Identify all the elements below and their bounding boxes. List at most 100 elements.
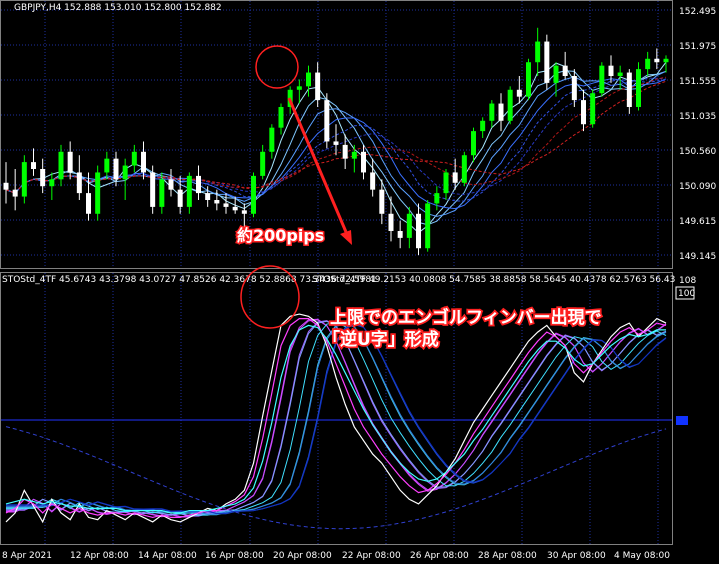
candle-body <box>553 65 559 83</box>
candle-body <box>535 41 541 63</box>
candle-body <box>260 151 266 176</box>
candle-body <box>76 172 82 194</box>
price-tick: 151.555 <box>679 77 716 87</box>
price-tick: 150.090 <box>679 182 716 192</box>
chart-canvas: GBPJPY,H4 152.888 153.010 152.800 152.88… <box>0 0 716 561</box>
candle-body <box>31 162 36 169</box>
candle-body <box>617 72 623 76</box>
candle-body <box>434 193 440 204</box>
candle-body <box>507 89 513 121</box>
candle-body <box>296 86 302 90</box>
time-tick: 8 Apr 2021 <box>2 551 52 561</box>
candle-body <box>370 172 376 190</box>
annotation-line-1: 上限でのエンゴルフィンバー出現で <box>330 307 602 328</box>
candle-body <box>12 189 18 197</box>
time-tick: 4 May 08:00 <box>614 551 670 561</box>
candle-body <box>49 179 55 187</box>
candle-body <box>342 144 348 159</box>
candle-body <box>150 172 156 207</box>
osc-axis-100: 100 <box>678 289 695 299</box>
candle-body <box>480 120 486 132</box>
candle-body <box>232 206 238 211</box>
candle-body <box>397 231 403 238</box>
candle-body <box>3 182 9 190</box>
peak-circle <box>255 45 299 89</box>
time-tick: 20 Apr 08:00 <box>273 551 332 561</box>
chart-window: GBPJPY,H4 152.888 153.010 152.800 152.88… <box>0 0 719 564</box>
time-tick: 14 Apr 08:00 <box>138 551 197 561</box>
candle-body <box>663 58 669 63</box>
time-tick: 30 Apr 08:00 <box>547 551 606 561</box>
candle-body <box>214 200 220 204</box>
candle-body <box>223 203 229 207</box>
candle-body <box>113 158 119 180</box>
candle-body <box>443 172 449 194</box>
candle-body <box>516 89 522 97</box>
candle-body <box>406 213 412 238</box>
candle-body <box>122 165 128 180</box>
candle-body <box>58 151 64 180</box>
candle-body <box>571 76 577 101</box>
candle-body <box>86 193 91 214</box>
oscillator-fan-line <box>6 324 667 514</box>
candle-body <box>168 179 174 190</box>
candle-body <box>425 203 431 249</box>
candle-body <box>452 172 458 183</box>
osc-axis-top: 108 <box>679 276 696 286</box>
candle-body <box>599 65 605 94</box>
candle-body <box>186 175 192 207</box>
candle-body <box>95 172 101 214</box>
candle-body <box>526 62 531 97</box>
candle-body <box>361 151 366 173</box>
price-tick: 152.495 <box>679 7 716 17</box>
candle-body <box>645 58 651 70</box>
candle-body <box>416 213 421 249</box>
candle-body <box>388 213 394 231</box>
candle-body <box>471 131 476 156</box>
price-tick: 150.560 <box>679 147 716 157</box>
price-tick: 149.145 <box>679 252 716 262</box>
candle-body <box>626 72 632 107</box>
candle-body <box>269 127 275 152</box>
candle-body <box>241 210 247 214</box>
indicator-header-2: STOStd_4TF 49.2153 40.0808 54.7585 38.88… <box>312 275 675 285</box>
candle-body <box>498 103 504 121</box>
time-tick: 26 Apr 08:00 <box>410 551 469 561</box>
candle-body <box>324 100 330 142</box>
candle-body <box>654 58 660 63</box>
time-tick: 22 Apr 08:00 <box>342 551 401 561</box>
time-tick: 28 Apr 08:00 <box>478 551 537 561</box>
candle-body <box>333 141 339 145</box>
candle-body <box>590 93 596 125</box>
candle-body <box>608 65 614 76</box>
candle-body <box>177 189 183 207</box>
symbol-header: GBPJPY,H4 152.888 153.010 152.800 152.88… <box>14 3 222 13</box>
candle-body <box>636 69 641 107</box>
candle-body <box>461 155 467 183</box>
candle-body <box>196 175 201 194</box>
candle-body <box>141 151 146 173</box>
candle-body <box>159 179 165 207</box>
oscillator-line <box>5 324 666 514</box>
price-axis: 152.495 151.975 151.555 151.035 150.560 … <box>679 7 716 262</box>
candle-body <box>104 158 110 173</box>
price-layer <box>3 27 669 256</box>
candle-body <box>489 103 495 121</box>
annotation-line-2: 「逆U字」形成 <box>323 329 439 350</box>
candle-body <box>251 175 256 214</box>
candle-body <box>315 72 321 101</box>
time-tick: 16 Apr 08:00 <box>205 551 264 561</box>
candle-body <box>351 151 357 159</box>
drop-arrow-head <box>340 230 352 245</box>
candle-body <box>306 72 311 87</box>
price-tick: 151.035 <box>679 112 716 122</box>
candle-body <box>278 107 284 128</box>
candle-body <box>379 189 385 214</box>
level-marker <box>676 416 688 425</box>
candle-body <box>205 193 211 200</box>
candle-body <box>131 151 137 166</box>
candle-body <box>544 41 550 83</box>
time-tick: 12 Apr 08:00 <box>70 551 129 561</box>
price-tick: 151.975 <box>679 42 716 52</box>
candle-body <box>21 162 27 197</box>
